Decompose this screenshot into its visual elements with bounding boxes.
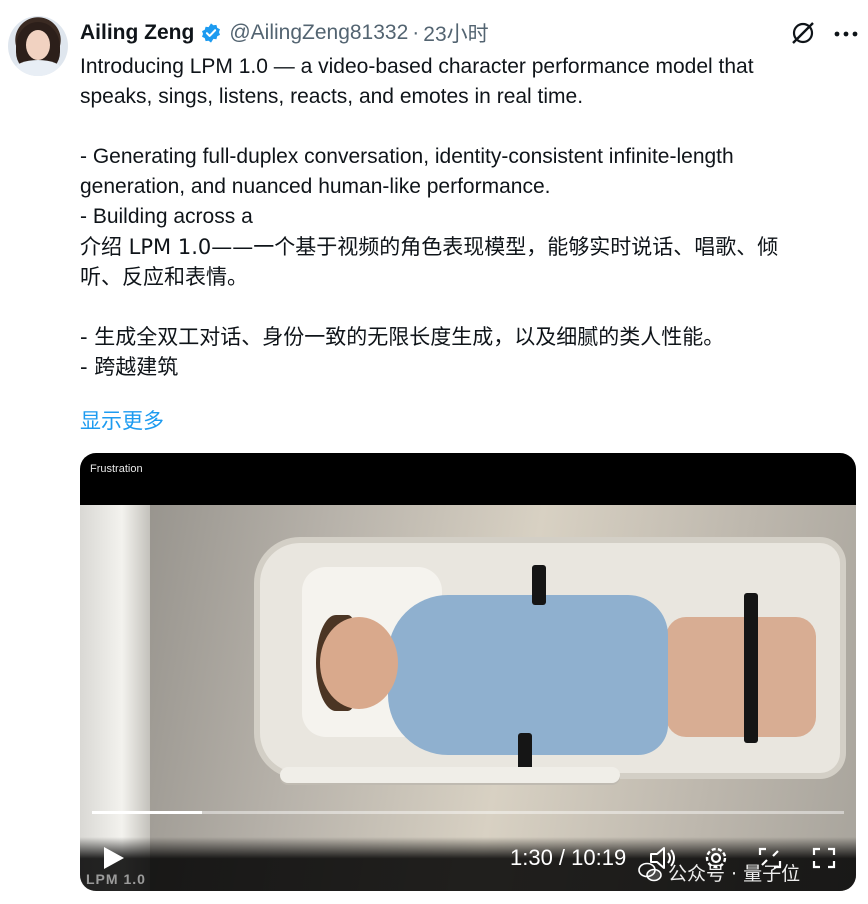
wechat-overlay-text: 公众号 · 量子位	[668, 862, 801, 885]
video-progress-bar[interactable]	[92, 811, 844, 814]
tweet-text: Introducing LPM 1.0 — a video-based char…	[80, 52, 850, 382]
tweet-line-cn: 听、反应和表情。	[80, 265, 248, 289]
tweet-line-cn: - 生成全双工对话、身份一致的无限长度生成，以及细腻的类人性能。	[80, 325, 725, 349]
tweet-line: Introducing LPM 1.0 — a video-based char…	[80, 55, 754, 78]
video-player[interactable]: Frustration 1:30 / 10:19 LPM 1.0	[80, 453, 856, 891]
more-icon[interactable]	[834, 31, 858, 37]
fullscreen-icon[interactable]	[810, 845, 838, 871]
tweet-header: Ailing Zeng @AilingZeng81332 · 23小时	[80, 18, 489, 48]
tweet-time[interactable]: 23小时	[423, 18, 488, 48]
video-label: Frustration	[90, 463, 143, 475]
video-frame[interactable]	[80, 505, 856, 891]
verified-badge-icon	[202, 23, 221, 43]
tweet-line: - Generating full-duplex conversation, i…	[80, 145, 734, 168]
tweet-line: generation, and nuanced human-like perfo…	[80, 175, 551, 198]
tweet-line-cn: - 跨越建筑	[80, 355, 179, 379]
grok-icon[interactable]	[790, 20, 816, 46]
wechat-overlay: 公众号 · 量子位	[638, 858, 800, 886]
play-icon[interactable]	[100, 845, 126, 871]
author-avatar[interactable]	[8, 16, 68, 76]
video-timecode: 1:30 / 10:19	[510, 845, 627, 870]
separator-dot: ·	[412, 21, 420, 44]
video-watermark: LPM 1.0	[86, 871, 146, 887]
wechat-logo-icon	[638, 862, 662, 882]
video-progress-fill	[92, 811, 202, 814]
tweet-line: speaks, sings, listens, reacts, and emot…	[80, 85, 584, 108]
tweet-line-cn: 介绍 LPM 1.0——一个基于视频的角色表现模型，能够实时说话、唱歌、倾	[80, 235, 779, 259]
tweet-line: - Building across a	[80, 205, 253, 228]
author-handle[interactable]: @AilingZeng81332	[229, 21, 408, 45]
show-more-link[interactable]: 显示更多	[80, 405, 164, 435]
author-name[interactable]: Ailing Zeng	[80, 21, 194, 45]
